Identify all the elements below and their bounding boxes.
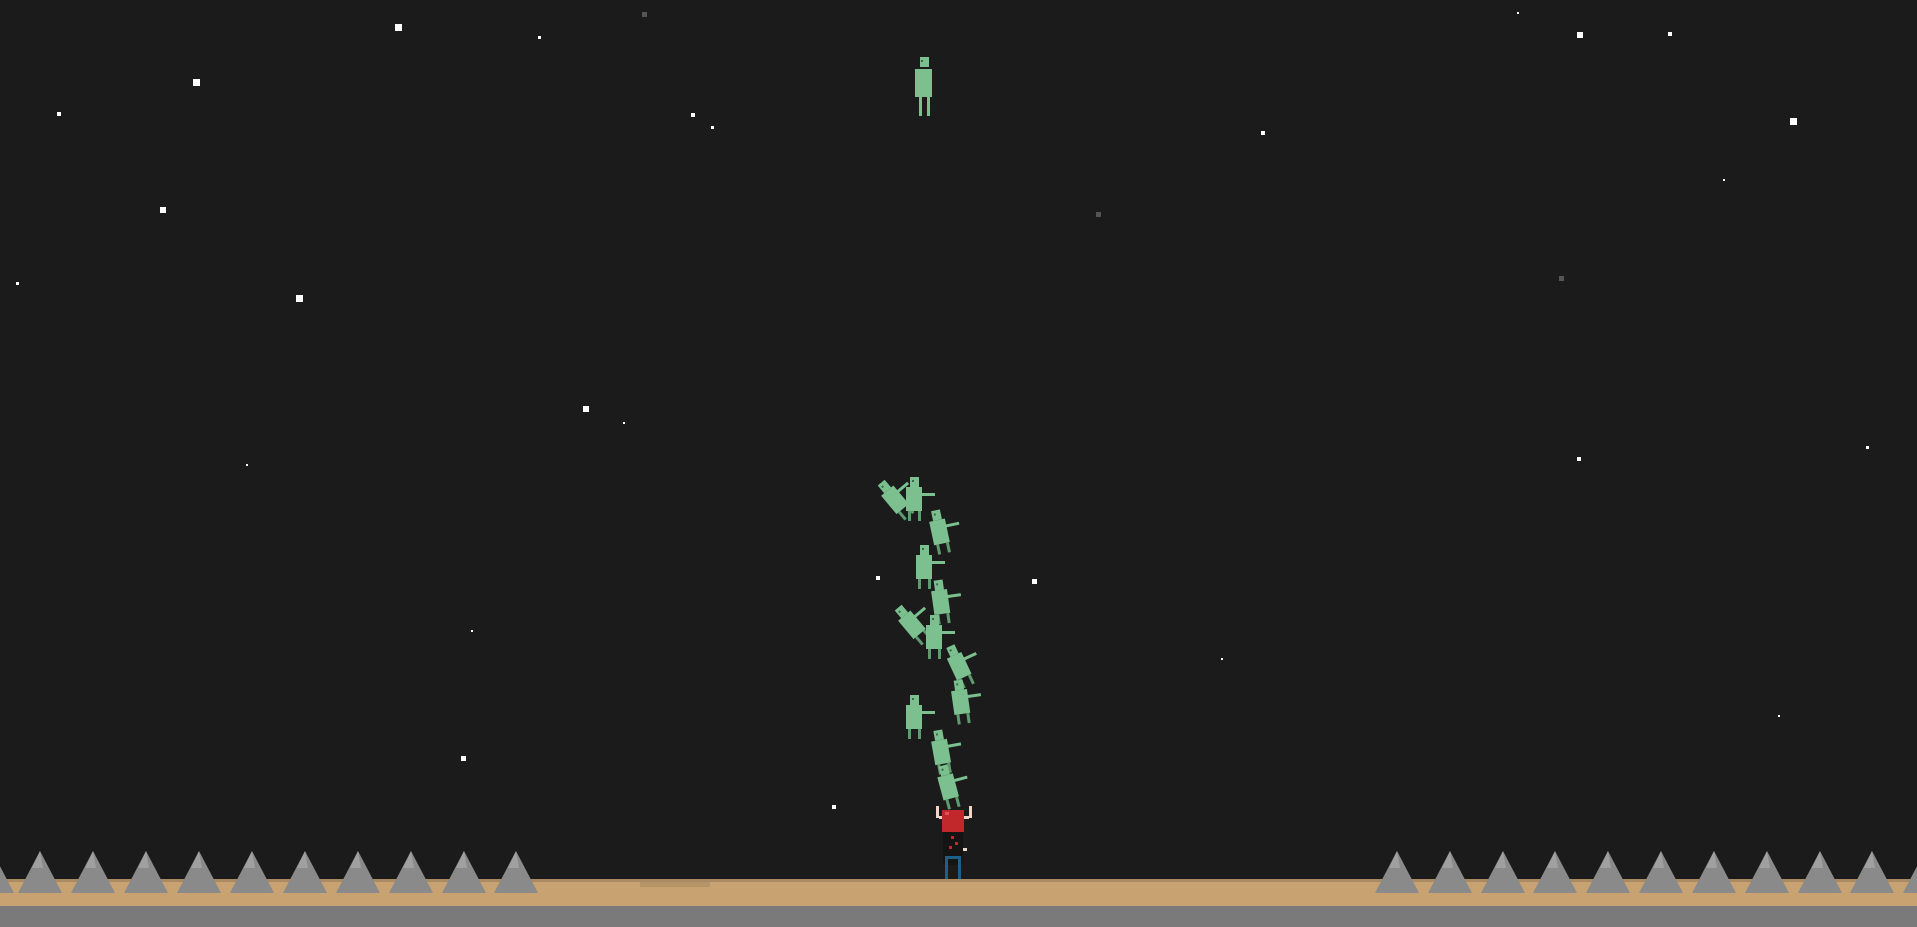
star-icon <box>1866 446 1869 449</box>
star-icon <box>1221 658 1223 660</box>
star-icon <box>1032 579 1037 584</box>
star-icon <box>583 406 589 412</box>
star-icon <box>711 126 714 129</box>
star-icon <box>1096 212 1101 217</box>
star-icon <box>246 464 248 466</box>
star-icon <box>1778 715 1780 717</box>
star-icon <box>1577 32 1583 38</box>
star-icon <box>538 36 541 39</box>
star-icon <box>57 112 61 116</box>
star-icon <box>16 282 19 285</box>
star-icon <box>1668 32 1672 36</box>
star-icon <box>1723 179 1725 181</box>
sand-edge <box>0 879 1917 882</box>
star-icon <box>876 576 880 580</box>
sand-step <box>640 882 710 887</box>
star-icon <box>691 113 695 117</box>
star-icon <box>1517 12 1519 14</box>
game-scene <box>0 0 1917 927</box>
star-icon <box>1559 276 1564 281</box>
game-canvas <box>0 0 1917 927</box>
star-icon <box>1790 118 1797 125</box>
star-icon <box>296 295 303 302</box>
star-icon <box>160 207 166 213</box>
star-icon <box>193 79 200 86</box>
star-icon <box>461 756 466 761</box>
star-icon <box>832 805 836 809</box>
star-icon <box>642 12 647 17</box>
star-icon <box>1577 457 1581 461</box>
star-icon <box>1261 131 1265 135</box>
night-sky <box>0 0 1917 927</box>
star-icon <box>395 24 402 31</box>
star-icon <box>623 422 625 424</box>
bedrock-layer <box>0 906 1917 927</box>
star-icon <box>471 630 473 632</box>
